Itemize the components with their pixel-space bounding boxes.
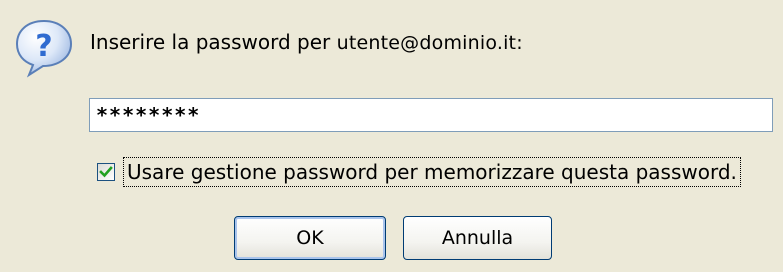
password-dialog: ? Inserire la password per utente@domini… <box>0 0 783 272</box>
remember-password-option[interactable]: Usare gestione password per memorizzare … <box>97 157 741 187</box>
checkmark-icon <box>99 166 113 178</box>
password-input[interactable]: ******** <box>89 98 773 132</box>
account-name: utente@dominio.it: <box>336 32 523 54</box>
prompt-text: Inserire la password per <box>90 30 337 54</box>
svg-text:?: ? <box>35 29 52 64</box>
password-prompt: Inserire la password per utente@dominio.… <box>90 30 523 54</box>
remember-password-checkbox[interactable] <box>97 163 115 181</box>
cancel-button[interactable]: Annulla <box>403 216 552 260</box>
remember-password-label[interactable]: Usare gestione password per memorizzare … <box>123 157 741 187</box>
ok-button[interactable]: OK <box>234 216 386 260</box>
question-icon: ? <box>13 18 75 78</box>
